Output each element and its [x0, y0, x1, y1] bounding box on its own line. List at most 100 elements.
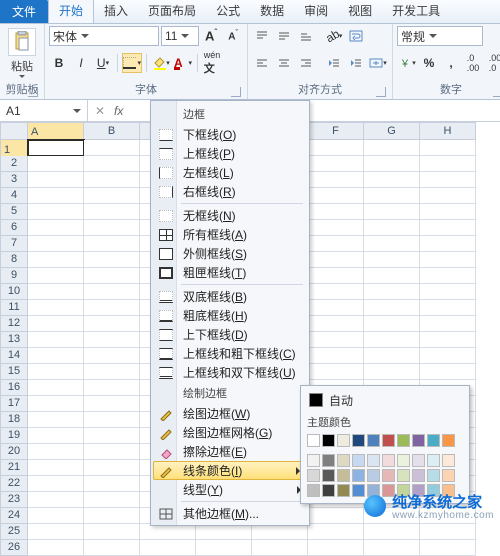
align-bottom-button[interactable] — [296, 26, 316, 46]
cell[interactable] — [28, 316, 84, 332]
cell[interactable] — [84, 188, 140, 204]
cell[interactable] — [420, 284, 476, 300]
color-swatch[interactable] — [412, 469, 425, 482]
color-swatch[interactable] — [412, 434, 425, 447]
menu-item-tbdb[interactable]: 上框线和双下框线(U) — [153, 363, 307, 382]
column-header[interactable]: A — [28, 122, 84, 142]
row-header[interactable]: 20 — [0, 444, 28, 460]
menu-item-erase[interactable]: 擦除边框(E) — [153, 442, 307, 461]
cell[interactable] — [28, 428, 84, 444]
row-header[interactable]: 10 — [0, 284, 28, 300]
dialog-launcher-icon[interactable] — [376, 87, 386, 97]
color-swatch[interactable] — [307, 434, 320, 447]
cell[interactable] — [420, 140, 476, 156]
dialog-launcher-icon[interactable] — [493, 87, 500, 97]
cell[interactable] — [364, 220, 420, 236]
cell[interactable] — [84, 508, 140, 524]
cell[interactable] — [28, 412, 84, 428]
row-header[interactable]: 18 — [0, 412, 28, 428]
color-swatch[interactable] — [322, 484, 335, 497]
wrap-text-button[interactable] — [346, 26, 366, 46]
name-box[interactable]: A1 — [0, 100, 88, 121]
cell[interactable] — [28, 492, 84, 508]
color-swatch[interactable] — [427, 469, 440, 482]
color-swatch[interactable] — [442, 434, 455, 447]
cell[interactable] — [84, 396, 140, 412]
color-swatch[interactable] — [382, 454, 395, 467]
cell[interactable] — [28, 140, 84, 156]
cell[interactable] — [28, 364, 84, 380]
cell[interactable] — [28, 476, 84, 492]
color-swatch[interactable] — [397, 454, 410, 467]
cell[interactable] — [308, 156, 364, 172]
menu-item-tb[interactable]: 上下框线(D) — [153, 325, 307, 344]
cell[interactable] — [84, 492, 140, 508]
color-swatch[interactable] — [352, 454, 365, 467]
menu-item-all[interactable]: 所有框线(A) — [153, 225, 307, 244]
cell[interactable] — [84, 476, 140, 492]
cell[interactable] — [308, 316, 364, 332]
cell[interactable] — [84, 364, 140, 380]
cell[interactable] — [364, 140, 420, 156]
cell[interactable] — [84, 284, 140, 300]
cell[interactable] — [364, 284, 420, 300]
color-swatch[interactable] — [427, 434, 440, 447]
tab-formula[interactable]: 公式 — [206, 0, 250, 23]
indent-increase-button[interactable] — [346, 53, 366, 73]
cell[interactable] — [308, 188, 364, 204]
tab-home[interactable]: 开始 — [48, 0, 94, 23]
color-swatch[interactable] — [337, 484, 350, 497]
cell[interactable] — [84, 412, 140, 428]
cell[interactable] — [28, 348, 84, 364]
cell[interactable] — [364, 540, 420, 556]
cell[interactable] — [308, 524, 364, 540]
cell[interactable] — [308, 140, 364, 156]
cell[interactable] — [84, 236, 140, 252]
color-swatch[interactable] — [322, 454, 335, 467]
cell[interactable] — [420, 188, 476, 204]
row-header[interactable]: 7 — [0, 236, 28, 252]
tab-data[interactable]: 数据 — [250, 0, 294, 23]
cell[interactable] — [420, 236, 476, 252]
color-swatch[interactable] — [367, 434, 380, 447]
cell[interactable] — [84, 428, 140, 444]
cell[interactable] — [420, 268, 476, 284]
cell[interactable] — [84, 268, 140, 284]
orientation-button[interactable]: ab▾ — [324, 26, 344, 46]
color-swatch[interactable] — [367, 454, 380, 467]
cell[interactable] — [420, 156, 476, 172]
row-header[interactable]: 11 — [0, 300, 28, 316]
cell[interactable] — [420, 316, 476, 332]
color-swatch[interactable] — [307, 484, 320, 497]
tab-pagelayout[interactable]: 页面布局 — [138, 0, 206, 23]
dialog-launcher-icon[interactable] — [28, 87, 38, 97]
tab-view[interactable]: 视图 — [338, 0, 382, 23]
bold-button[interactable]: B — [49, 53, 69, 73]
menu-item-drawgrid[interactable]: 绘图边框网格(G) — [153, 423, 307, 442]
color-swatch[interactable] — [337, 454, 350, 467]
cell[interactable] — [308, 348, 364, 364]
cell[interactable] — [308, 364, 364, 380]
paste-button[interactable]: 粘贴 — [4, 26, 40, 78]
cell[interactable] — [364, 252, 420, 268]
cell[interactable] — [420, 204, 476, 220]
cell[interactable] — [308, 252, 364, 268]
color-swatch[interactable] — [427, 454, 440, 467]
borders-button[interactable]: ▾ — [122, 53, 142, 73]
row-header[interactable]: 5 — [0, 204, 28, 220]
column-header[interactable]: G — [364, 122, 420, 140]
row-header[interactable]: 26 — [0, 540, 28, 556]
dialog-launcher-icon[interactable] — [231, 87, 241, 97]
row-header[interactable]: 9 — [0, 268, 28, 284]
row-header[interactable]: 12 — [0, 316, 28, 332]
cell[interactable] — [84, 332, 140, 348]
grow-font-button[interactable]: Aˆ — [201, 26, 221, 46]
cell[interactable] — [84, 348, 140, 364]
row-header[interactable]: 14 — [0, 348, 28, 364]
color-swatch[interactable] — [412, 454, 425, 467]
cell[interactable] — [28, 268, 84, 284]
row-header[interactable]: 13 — [0, 332, 28, 348]
menu-item-thick[interactable]: 粗匣框线(T) — [153, 263, 307, 282]
cell[interactable] — [28, 300, 84, 316]
menu-item-bottom[interactable]: 下框线(O) — [153, 125, 307, 144]
